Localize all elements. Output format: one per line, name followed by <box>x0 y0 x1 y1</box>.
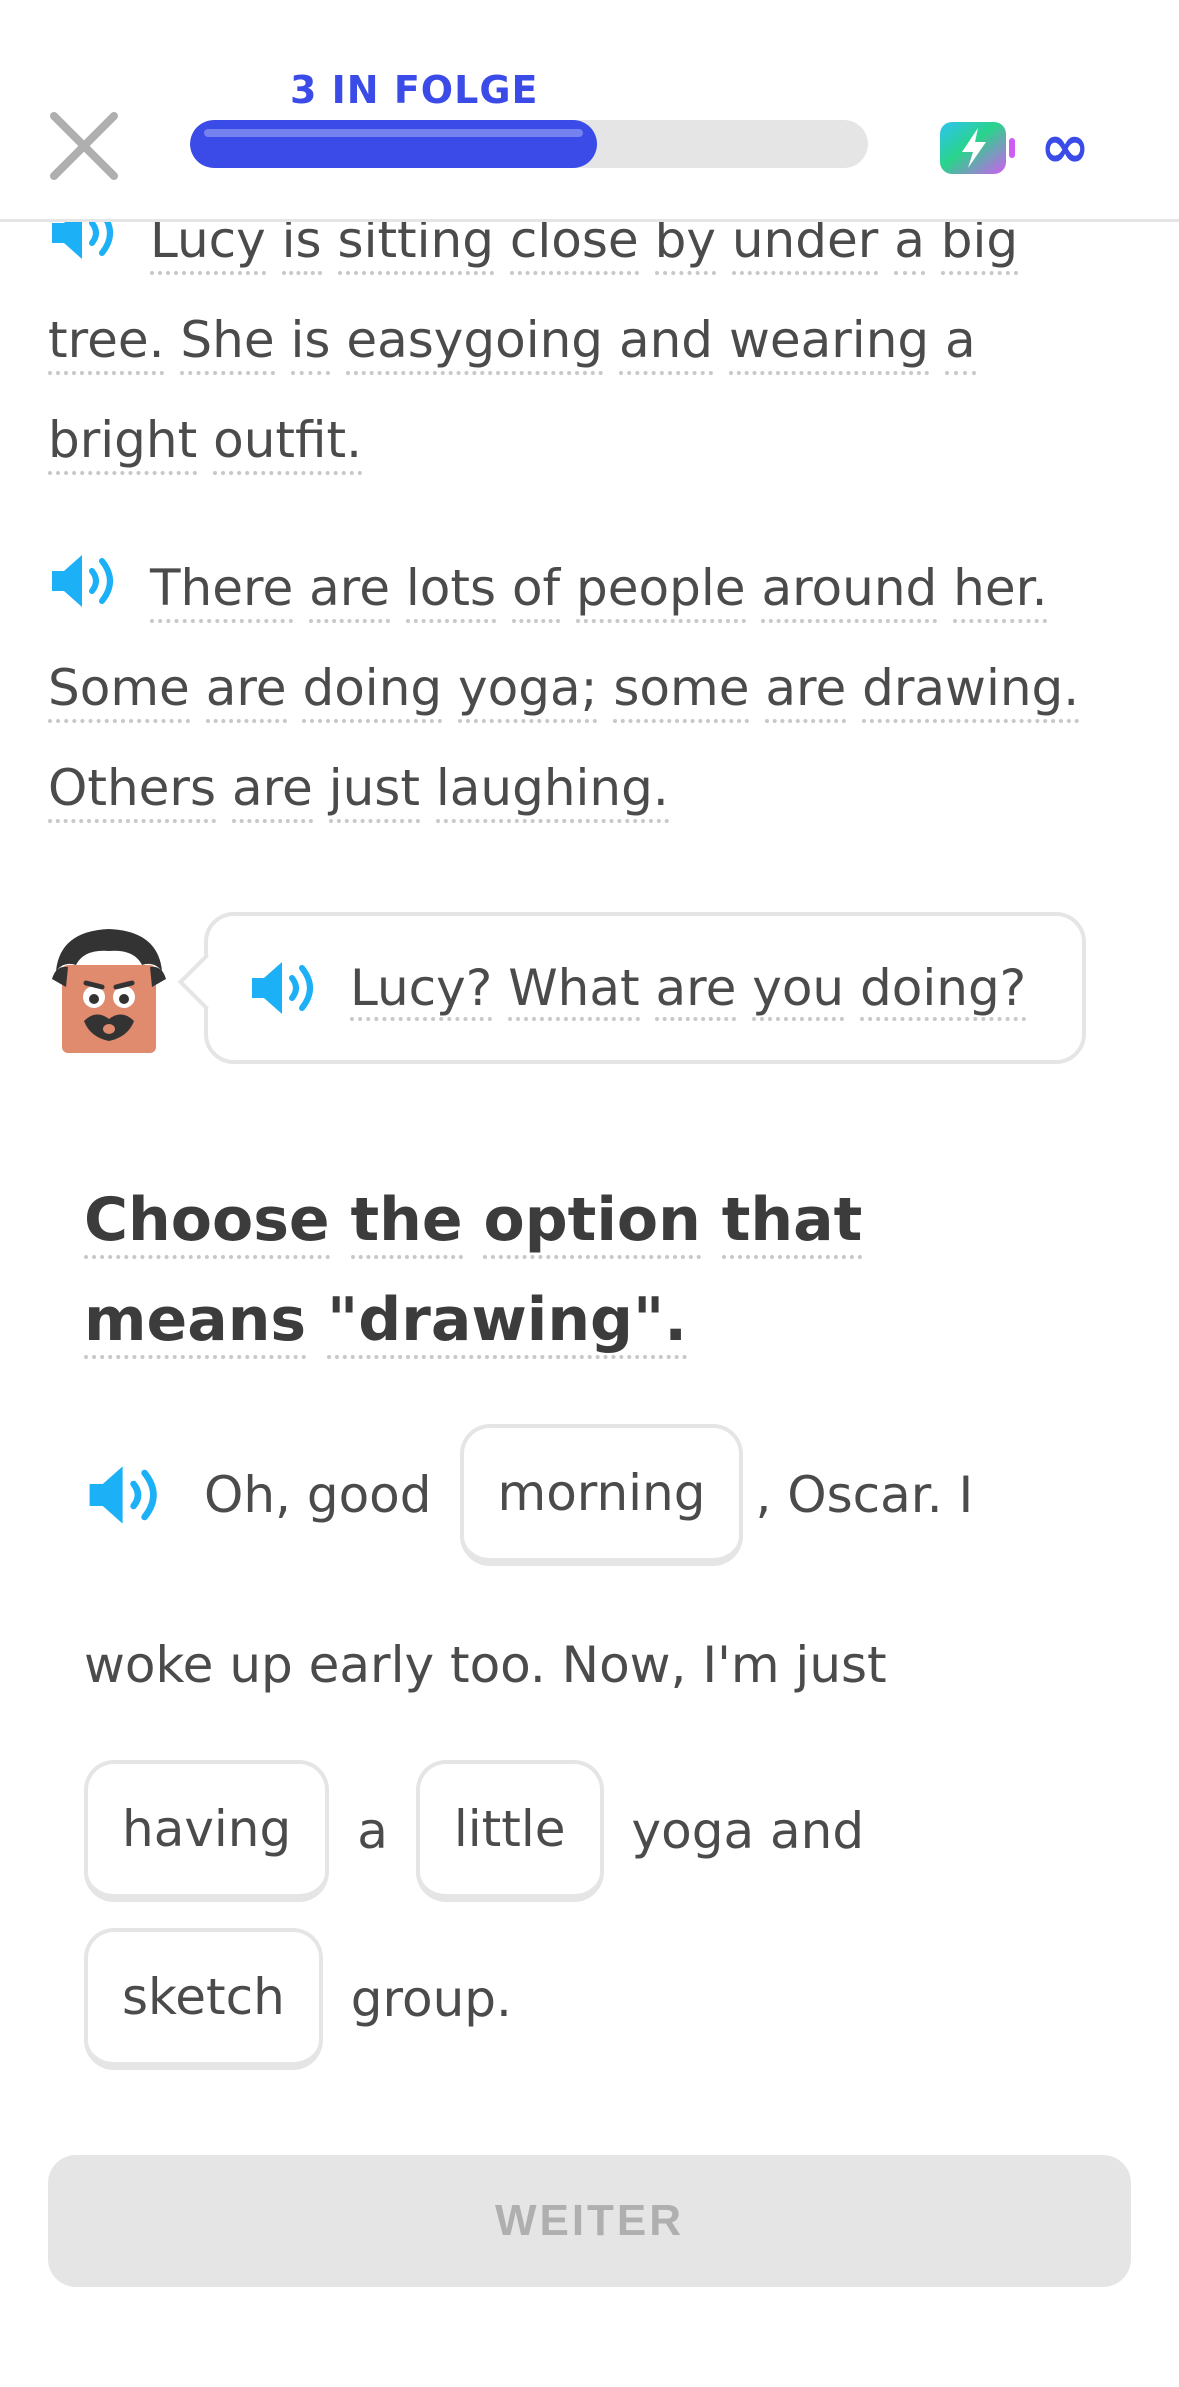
question-word[interactable]: option <box>483 1185 701 1259</box>
lesson-header: 3 IN FOLGE ∞ <box>0 0 1179 222</box>
story-word[interactable]: easygoing <box>346 311 604 375</box>
story-word[interactable]: Some <box>48 659 190 723</box>
speaker-icon[interactable] <box>48 551 124 611</box>
lightning-battery-icon <box>940 122 1015 174</box>
option-having[interactable]: having <box>84 1760 330 1902</box>
dialogue-word[interactable]: Lucy? <box>350 959 493 1021</box>
story-word[interactable]: There <box>150 559 294 623</box>
question-word[interactable]: Choose <box>84 1185 330 1259</box>
progress-bar <box>190 120 868 168</box>
sentence-text: woke up early too. Now, I'm just <box>84 1636 887 1694</box>
hearts-infinity: ∞ <box>1040 112 1090 182</box>
sentence-line-4: sketch group. <box>84 1928 512 2070</box>
sentence-line-2: woke up early too. Now, I'm just <box>84 1636 887 1694</box>
story-word[interactable]: of <box>511 559 561 623</box>
sentence-text: yoga and <box>631 1802 865 1860</box>
story-word[interactable]: tree. <box>48 311 165 375</box>
story-word[interactable]: around <box>761 559 938 623</box>
continue-button[interactable]: WEITER <box>48 2155 1131 2287</box>
oscar-avatar <box>52 929 166 1053</box>
story-paragraph-1: Lucy is sitting close by under a big tre… <box>48 190 1138 490</box>
story-word[interactable]: some <box>613 659 750 723</box>
close-icon <box>50 112 118 180</box>
story-word[interactable]: doing <box>302 659 443 723</box>
dialogue-word[interactable]: you <box>752 959 845 1021</box>
story-word[interactable]: yoga; <box>458 659 598 723</box>
story-word[interactable]: her. <box>953 559 1048 623</box>
story-word[interactable]: lots <box>405 559 497 623</box>
dialogue-word[interactable]: What <box>508 959 640 1021</box>
story-word[interactable]: drawing. <box>862 659 1080 723</box>
question-prompt: Choose the option that means "drawing". <box>84 1170 1084 1370</box>
story-word[interactable]: are <box>205 659 287 723</box>
sentence-text: Oh, good <box>204 1466 432 1524</box>
story-word[interactable]: a <box>945 311 976 375</box>
sentence-text: , Oscar. I <box>755 1466 974 1524</box>
story-word[interactable]: outfit. <box>213 411 363 475</box>
close-button[interactable] <box>44 106 124 186</box>
sentence-text: group. <box>350 1970 512 2028</box>
progress-fill <box>190 120 597 168</box>
dialogue-word[interactable]: doing? <box>860 959 1027 1021</box>
story-word[interactable]: She <box>180 311 275 375</box>
option-morning[interactable]: morning <box>459 1424 744 1566</box>
question-word[interactable]: means <box>84 1285 307 1359</box>
story-word[interactable]: Others <box>48 759 217 823</box>
option-sketch[interactable]: sketch <box>84 1928 323 2070</box>
energy-indicator[interactable] <box>938 120 1018 176</box>
question-word[interactable]: "drawing". <box>327 1285 688 1359</box>
story-word[interactable]: and <box>618 311 714 375</box>
dialogue-bubble: Lucy? What are you doing? <box>204 912 1086 1064</box>
story-word[interactable]: people <box>576 559 746 623</box>
story-paragraph-2: There are lots of people around her. Som… <box>48 538 1148 838</box>
story-word[interactable]: laughing. <box>435 759 669 823</box>
sentence-line-3: having a little yoga and <box>84 1760 864 1902</box>
story-word[interactable]: are <box>231 759 313 823</box>
option-little[interactable]: little <box>415 1760 604 1902</box>
story-word[interactable]: bright <box>48 411 198 475</box>
sentence-text: a <box>357 1802 388 1860</box>
story-word[interactable]: just <box>328 759 420 823</box>
story-word[interactable]: wearing <box>728 311 930 375</box>
dialogue-word[interactable]: are <box>655 959 737 1021</box>
question-word[interactable]: the <box>350 1185 463 1259</box>
sentence-line-1: Oh, good morning , Oscar. I <box>84 1424 973 1566</box>
question-word[interactable]: that <box>721 1185 863 1259</box>
speaker-icon[interactable] <box>248 958 324 1018</box>
story-word[interactable]: are <box>309 559 390 623</box>
streak-label: 3 IN FOLGE <box>290 68 539 112</box>
story-word[interactable]: is <box>290 311 331 375</box>
story-word[interactable]: are <box>765 659 847 723</box>
speaker-icon[interactable] <box>84 1462 170 1528</box>
dialogue-text: Lucy? What are you doing? <box>350 959 1027 1021</box>
